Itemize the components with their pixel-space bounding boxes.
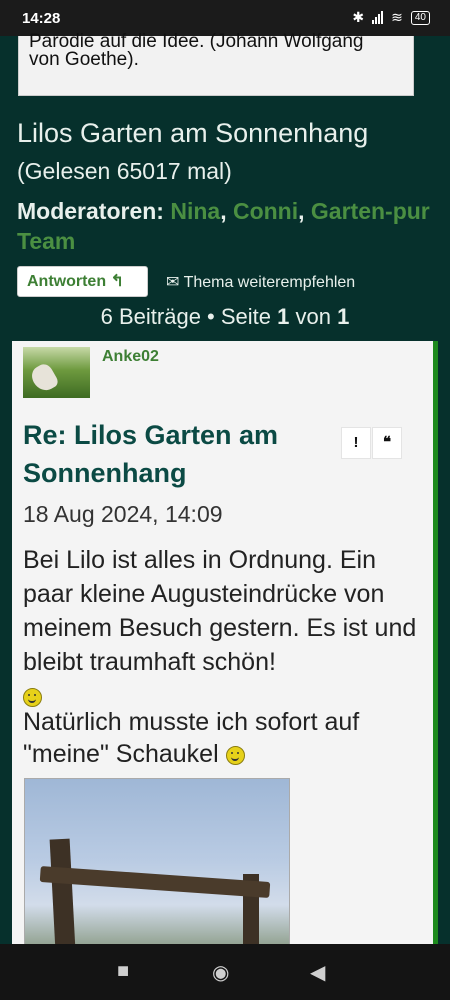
back-button[interactable]: ◀ <box>310 960 325 985</box>
moderators-label: Moderatoren: <box>17 198 164 224</box>
wifi-icon: ≋ <box>391 9 403 25</box>
page-of: von <box>289 304 338 329</box>
avatar[interactable] <box>23 347 90 398</box>
bluetooth-icon: ✱ <box>352 9 365 25</box>
signal-icon <box>372 11 384 24</box>
quote-button[interactable]: ❝ <box>372 427 402 459</box>
recents-button[interactable]: ■ <box>117 960 129 983</box>
post-count: 6 Beiträge <box>100 304 201 329</box>
smiley-icon <box>225 745 245 765</box>
post-date: 18 Aug 2024, 14:09 <box>23 501 223 527</box>
post-body-2: Natürlich musste ich sofort auf "meine" … <box>23 706 428 770</box>
topic-title: Lilos Garten am Sonnenhang <box>17 118 369 148</box>
moderator-link[interactable]: Conni <box>233 198 298 224</box>
envelope-icon: ✉ <box>166 274 180 291</box>
current-page: 1 <box>277 304 290 329</box>
quote-box: Parodie auf die Idee. (Johann Wolfgang v… <box>18 31 414 96</box>
reply-label: Antworten <box>27 273 107 290</box>
home-button[interactable]: ◉ <box>212 960 229 985</box>
reply-icon: ↰ <box>110 273 124 290</box>
page-prefix: Seite <box>220 304 278 329</box>
moderators: Moderatoren: Nina, Conni, Garten-pur Tea… <box>17 198 430 254</box>
report-button[interactable]: ! <box>341 427 371 459</box>
recommend-label: Thema weiterempfehlen <box>183 274 356 291</box>
author-link[interactable]: Anke02 <box>102 348 159 366</box>
clock: 14:28 <box>22 10 61 27</box>
post-body: Bei Lilo ist alles in Ordnung. Ein paar … <box>23 543 428 713</box>
post-text: Natürlich musste ich sofort auf "meine" … <box>23 708 360 768</box>
separator: • <box>200 304 221 329</box>
post-text: Bei Lilo ist alles in Ordnung. Ein paar … <box>23 546 417 676</box>
status-icons: ✱ ≋ 40 <box>352 9 430 26</box>
moderator-link[interactable]: Nina <box>170 198 220 224</box>
image-swing-beam <box>39 865 271 899</box>
reply-button[interactable]: Antworten ↰ <box>17 266 148 297</box>
smiley-icon <box>23 687 42 707</box>
post-title[interactable]: Re: Lilos Garten am Sonnenhang <box>23 416 323 492</box>
post: Anke02 Re: Lilos Garten am Sonnenhang ! … <box>12 341 438 951</box>
attached-image[interactable] <box>24 778 290 951</box>
total-pages: 1 <box>337 304 350 329</box>
system-nav-bar: ■ ◉ ◀ <box>0 944 450 1000</box>
image-swing-post <box>49 838 77 951</box>
battery-icon: 40 <box>410 10 430 25</box>
recommend-link[interactable]: ✉ Thema weiterempfehlen <box>166 272 355 292</box>
pagination-info: 6 Beiträge • Seite 1 von 1 <box>0 304 450 330</box>
read-count: (Gelesen 65017 mal) <box>17 158 232 184</box>
